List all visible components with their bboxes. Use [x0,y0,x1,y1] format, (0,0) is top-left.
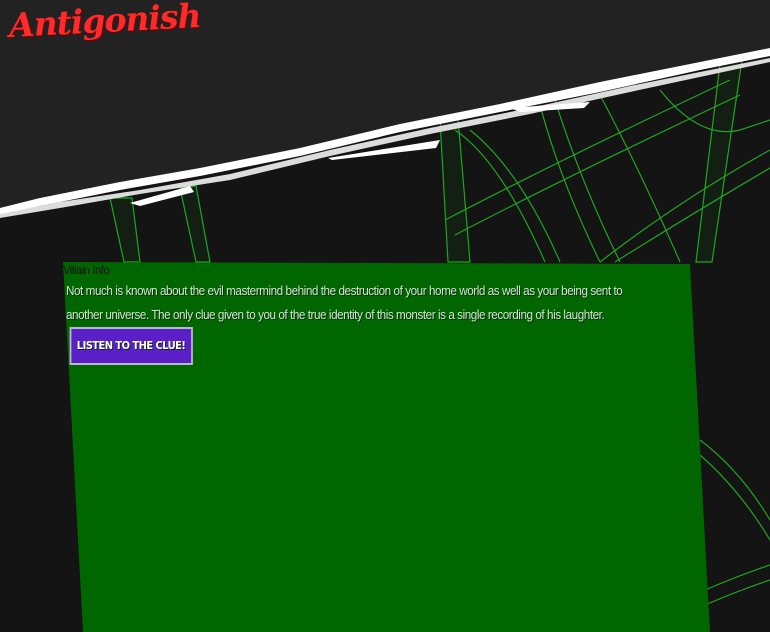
listen-to-clue-button[interactable]: LISTEN TO THE CLUE! [69,327,193,365]
panel-body-text: Not much is known about the evil masterm… [66,279,660,365]
torn-paper-edge [0,48,770,218]
web-struts [109,59,743,263]
villain-description: Not much is known about the evil masterm… [66,283,623,322]
villain-info-content: Villain Info Not much is known about the… [63,264,673,365]
panel-title: Villain Info [63,263,110,277]
